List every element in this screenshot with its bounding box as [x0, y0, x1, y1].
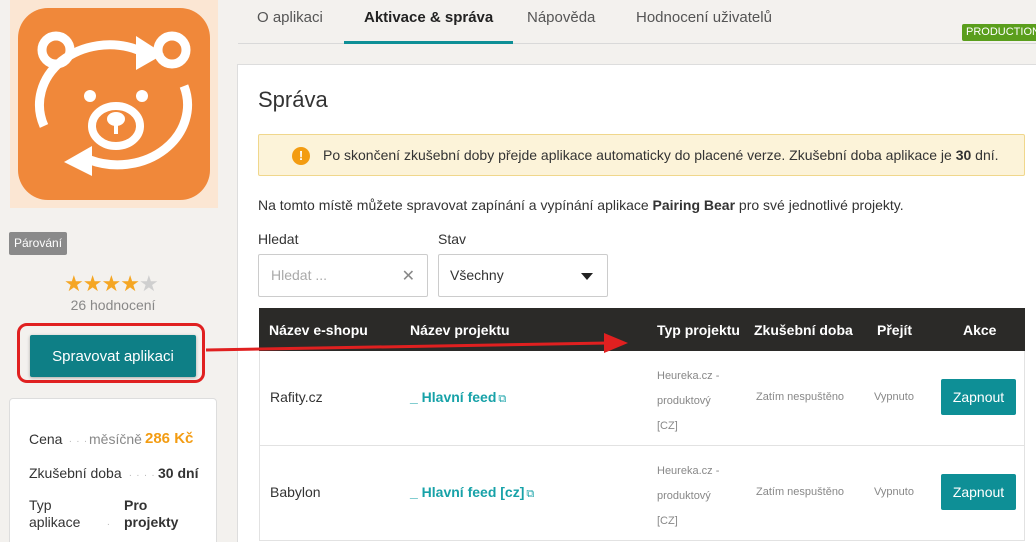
star-icon: ★ [101, 271, 121, 296]
status-label: Stav [438, 231, 467, 247]
description-text: Na tomto místě můžete spravovat zapínání… [258, 197, 904, 213]
header-goto: Přejít [877, 322, 913, 338]
app-type-label-1: Typ [29, 497, 52, 513]
tab-activation-management[interactable]: Aktivace & správa [344, 0, 514, 44]
external-link-icon: ⧉ [498, 393, 507, 405]
header-type[interactable]: Typ projektu [657, 322, 740, 338]
app-type-value-2: projekty [124, 514, 179, 530]
alert-days: 30 [955, 147, 972, 163]
tab-help[interactable]: Nápověda [527, 0, 595, 44]
trial-value: 30 dní [158, 465, 199, 481]
alert-text: Po skončení zkušební doby přejde aplikac… [323, 147, 999, 163]
project-link[interactable]: _ Hlavní feed ⧉ [410, 389, 506, 406]
projects-table: Název e-shopu Název projektu Typ projekt… [259, 308, 1025, 542]
table-row: Rafity.cz _ Hlavní feed ⧉ Heureka.cz - pr… [259, 351, 1025, 446]
rating-count: 26 hodnocení [70, 297, 156, 313]
app-info-card: Cena . . . měsíčně 286 Kč Zkušební doba … [9, 398, 217, 542]
dot-leader: . . . [69, 434, 88, 445]
app-logo [10, 0, 218, 208]
project-type: Heureka.cz - produktový [CZ] [657, 465, 720, 527]
project-link[interactable]: _ Hlavní feed [cz] ⧉ [410, 484, 534, 501]
clear-icon[interactable]: ✕ [402, 266, 415, 286]
enable-button[interactable]: Zapnout [941, 379, 1016, 415]
search-field[interactable]: ✕ [258, 254, 428, 297]
header-shop[interactable]: Název e-shopu [269, 322, 368, 338]
header-trial[interactable]: Zkušební doba [754, 322, 853, 338]
shop-name: Babylon [270, 484, 321, 500]
price-label: Cena [29, 431, 63, 447]
trial-alert: ! Po skončení zkušební doby přejde aplik… [258, 134, 1025, 176]
management-panel: Správa ! Po skončení zkušební doby přejd… [237, 64, 1036, 542]
trial-status: Zatím nespuštěno [756, 391, 845, 403]
status-selected-value: Všechny [450, 267, 504, 283]
enable-button[interactable]: Zapnout [941, 474, 1016, 510]
tab-about[interactable]: O aplikaci [257, 0, 323, 44]
category-badge[interactable]: Párování [9, 232, 68, 255]
app-type-label-2: aplikace [29, 514, 81, 530]
app-sidebar: Párování ★★★★★ 26 hodnocení Spravovat ap… [0, 0, 226, 542]
header-actions: Akce [963, 322, 997, 338]
price-value: 286 Kč [145, 430, 194, 447]
goto-status: Vypnuto [874, 486, 914, 498]
star-icon: ★ [64, 271, 84, 296]
project-type: Heureka.cz - produktový [CZ] [657, 370, 720, 432]
page-title: Správa [258, 87, 328, 112]
app-type-value-1: Pro [124, 497, 148, 513]
dot-leader: . [107, 517, 111, 528]
environment-badge: PRODUCTION [962, 24, 1036, 41]
trial-label: Zkušební doba [29, 465, 122, 481]
dot-leader: . . . . [129, 468, 156, 479]
trial-status: Zatím nespuštěno [756, 486, 845, 498]
header-project[interactable]: Název projektu [410, 322, 510, 338]
status-select[interactable]: Všechny [438, 254, 608, 297]
star-empty-icon: ★ [138, 271, 159, 296]
tab-user-reviews[interactable]: Hodnocení uživatelů [636, 0, 772, 44]
search-input[interactable] [271, 267, 391, 283]
star-icon: ★ [120, 271, 140, 296]
warning-icon: ! [292, 147, 310, 165]
shop-name: Rafity.cz [270, 389, 323, 405]
tab-bar: O aplikaci Aktivace & správa Nápověda Ho… [238, 0, 1036, 44]
price-unit: měsíčně [89, 431, 142, 447]
chevron-down-icon [581, 273, 593, 280]
rating-stars: ★★★★★ [64, 271, 159, 296]
table-header: Název e-shopu Název projektu Typ projekt… [259, 308, 1025, 351]
manage-app-button[interactable]: Spravovat aplikaci [30, 335, 196, 377]
goto-status: Vypnuto [874, 391, 914, 403]
search-label: Hledat [258, 231, 299, 247]
table-row: Babylon _ Hlavní feed [cz] ⧉ Heureka.cz -… [259, 446, 1025, 541]
star-icon: ★ [82, 271, 103, 296]
external-link-icon: ⧉ [526, 488, 535, 500]
app-name: Pairing Bear [652, 197, 736, 213]
